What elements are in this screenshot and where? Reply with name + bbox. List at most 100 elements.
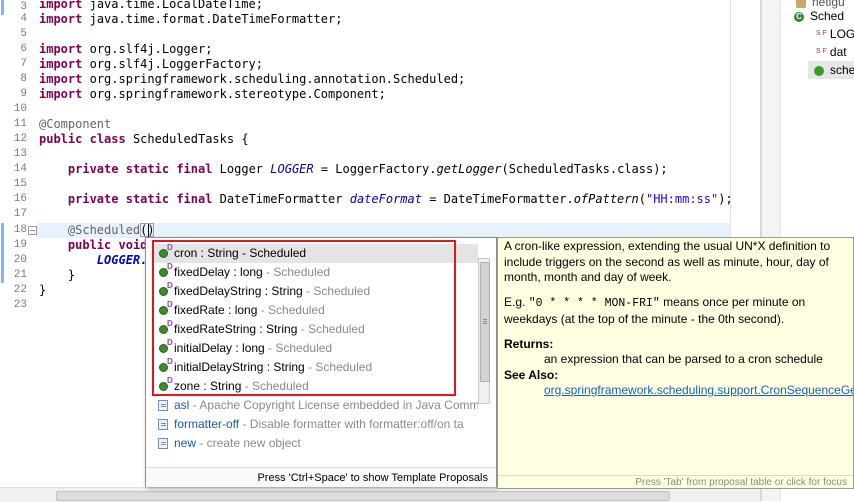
- code-line: }: [39, 283, 47, 297]
- content-assist-popup[interactable]: D cron : String - Scheduled D fixedDelay…: [145, 237, 497, 487]
- scrollbar-thumb[interactable]: [480, 262, 490, 382]
- line-number: 8: [20, 73, 27, 85]
- template-description: - Disable formatter with formatter:off/o…: [239, 417, 464, 431]
- editor-horizontal-scrollbar[interactable]: [0, 487, 760, 502]
- line-number: 19: [13, 239, 27, 251]
- template-icon: [158, 419, 168, 430]
- template-description: - create new object: [196, 436, 301, 450]
- code-line: @Component: [39, 117, 112, 131]
- doc-see-also: org.springframework.scheduling.support.C…: [544, 383, 853, 399]
- proposal-name: fixedDelayString : String: [174, 284, 303, 298]
- proposal-item[interactable]: D initialDelayString : String - Schedule…: [154, 358, 478, 377]
- line-number: 13: [13, 148, 27, 160]
- doc-description: A cron-like expression, extending the us…: [504, 239, 831, 284]
- proposal-item[interactable]: D initialDelay : long - Scheduled: [154, 339, 478, 358]
- proposal-qualifier: - Scheduled: [257, 303, 325, 317]
- line-number: 6: [20, 43, 27, 55]
- template-name: new: [174, 436, 197, 450]
- default-marker: D: [167, 281, 173, 290]
- static-final-field-icon: S F: [816, 48, 827, 55]
- proposal-qualifier: - Scheduled: [238, 246, 307, 260]
- public-method-icon: [814, 65, 824, 76]
- code-line: import java.time.LocalDateTime;: [39, 0, 263, 11]
- template-item[interactable]: asl - Apache Copyright License embedded …: [154, 396, 478, 415]
- proposal-name: initialDelay : long: [174, 341, 265, 355]
- line-number: 15: [13, 178, 27, 190]
- proposal-item[interactable]: D fixedRateString : String - Scheduled: [154, 320, 478, 339]
- template-icon: [158, 438, 168, 449]
- proposal-qualifier: - Scheduled: [264, 341, 333, 355]
- proposal-qualifier: - Scheduled: [241, 379, 309, 393]
- class-icon: C: [794, 11, 804, 22]
- template-name: formatter-off: [174, 417, 240, 431]
- proposal-item[interactable]: D fixedDelayString : String - Scheduled: [154, 282, 478, 301]
- outline-item-class[interactable]: C Sched: [794, 7, 844, 25]
- static-final-field-icon: S F: [816, 30, 827, 37]
- doc-see-also-label: See Also:: [504, 368, 559, 382]
- line-number-gutter: 3 4 5 6 7 8 9 10 11 12 13 14 15 16 17 18…: [0, 0, 37, 487]
- proposal-qualifier: - Scheduled: [297, 322, 365, 336]
- code-line: import org.slf4j.LoggerFactory;: [39, 57, 263, 71]
- outline-item-field[interactable]: S F LOG: [816, 25, 854, 43]
- default-marker: D: [167, 376, 173, 385]
- text-cursor: [148, 224, 149, 237]
- line-number: 5: [20, 28, 27, 40]
- template-item[interactable]: formatter-off - Disable formatter with f…: [154, 415, 478, 434]
- default-marker: D: [167, 300, 173, 309]
- code-line: }: [67, 268, 76, 282]
- code-line: @Scheduled(): [67, 223, 155, 237]
- doc-returns-text: an expression that can be parsed to a cr…: [544, 352, 823, 366]
- popup-status-bar: Press 'Ctrl+Space' to show Template Prop…: [146, 467, 496, 487]
- line-number: 17: [13, 208, 27, 220]
- line-number: 14: [13, 163, 27, 175]
- line-number: 4: [20, 13, 27, 25]
- default-marker: D: [167, 244, 173, 252]
- proposal-scrollbar[interactable]: [478, 258, 490, 404]
- proposal-qualifier: - Scheduled: [304, 360, 373, 374]
- template-icon: [158, 400, 168, 411]
- scrollbar-thumb[interactable]: [56, 491, 670, 501]
- doc-returns-label: Returns:: [504, 337, 554, 351]
- line-number: 10: [13, 103, 27, 115]
- line-number: 11: [13, 118, 27, 130]
- code-line: public class ScheduledTasks {: [39, 132, 249, 146]
- proposal-qualifier: - Scheduled: [262, 265, 331, 279]
- line-number: 22: [13, 284, 27, 296]
- default-marker: D: [167, 262, 173, 271]
- proposal-name: zone : String: [174, 379, 242, 393]
- template-description: - Apache Copyright License embedded in J…: [189, 398, 478, 412]
- proposal-item[interactable]: D cron : String - Scheduled: [154, 244, 478, 263]
- proposal-item[interactable]: D fixedRate : long - Scheduled: [154, 301, 478, 320]
- code-line: public void: [67, 238, 148, 252]
- code-line: import org.springframework.scheduling.an…: [39, 72, 466, 86]
- proposal-name: fixedDelay : long: [174, 265, 263, 279]
- proposal-name: initialDelayString : String: [174, 360, 305, 374]
- code-line: private static final Logger LOGGER = Log…: [67, 162, 668, 176]
- code-line: import org.slf4j.Logger;: [39, 42, 213, 56]
- default-marker: D: [167, 338, 173, 347]
- code-line: import org.springframework.stereotype.Co…: [39, 87, 386, 101]
- proposal-list[interactable]: D cron : String - Scheduled D fixedDelay…: [154, 244, 478, 462]
- code-line: LOGGER.: [96, 253, 148, 267]
- outline-item-method[interactable]: sche: [808, 61, 854, 79]
- see-also-link[interactable]: org.springframework.scheduling.support.C…: [544, 383, 853, 397]
- line-number: 18: [13, 224, 27, 236]
- proposal-item[interactable]: D fixedDelay : long - Scheduled: [154, 263, 478, 282]
- code-line: import java.time.format.DateTimeFormatte…: [39, 12, 343, 26]
- proposal-item[interactable]: D zone : String - Scheduled: [154, 377, 478, 396]
- proposal-name: fixedRate : long: [174, 303, 258, 317]
- line-number: 20: [13, 254, 27, 266]
- outline-item-field[interactable]: S Fdat: [816, 43, 847, 61]
- line-number: 9: [20, 88, 27, 100]
- javadoc-hover[interactable]: A cron-like expression, extending the us…: [497, 237, 854, 489]
- line-number: 23: [13, 299, 27, 311]
- doc-status-bar: Press 'Tab' from proposal table or click…: [498, 475, 853, 488]
- template-item[interactable]: new - create new object: [154, 434, 478, 453]
- default-marker: D: [167, 319, 173, 328]
- line-number: 16: [13, 193, 27, 205]
- default-marker: D: [167, 357, 173, 366]
- template-name: asl: [174, 398, 190, 412]
- line-number: 21: [13, 269, 27, 281]
- fold-toggle-icon[interactable]: −: [28, 226, 37, 235]
- proposal-name: fixedRateString : String: [174, 322, 298, 336]
